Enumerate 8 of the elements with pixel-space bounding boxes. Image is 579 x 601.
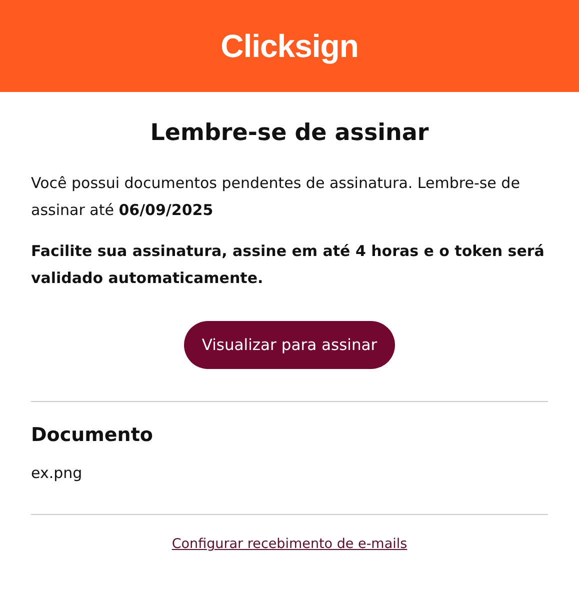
notice-text: Facilite sua assinatura, assine em até 4 horas e o token será validado automaticamente. [31, 241, 546, 289]
logo: Clicksign [220, 28, 358, 64]
section-heading: Documento [31, 424, 154, 446]
view-to-sign-button[interactable]: Visualizar para assinar [184, 321, 396, 369]
email-settings-link[interactable]: Configurar recebimento de e-mails [172, 536, 408, 552]
title: Lembre-se de assinar [149, 120, 430, 146]
message-text: Você possui documentos pendentes de assinatura. Lembre-se de assinar até 06/09/2025 [31, 173, 521, 221]
document-name: ex.png [31, 464, 84, 482]
